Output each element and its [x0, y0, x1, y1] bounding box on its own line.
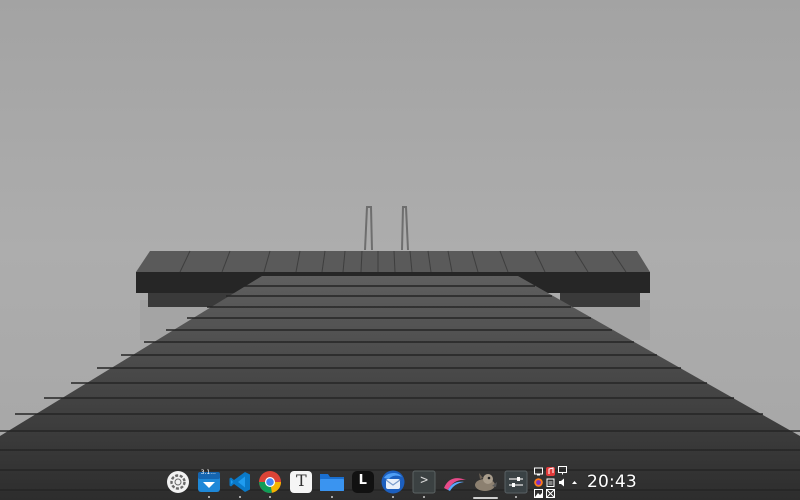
music-icon[interactable]	[546, 467, 556, 476]
gear-icon	[167, 471, 190, 493]
running-indicator	[392, 496, 395, 498]
volume-icon[interactable]	[558, 478, 567, 487]
updater-badge: 3.1...	[200, 469, 216, 476]
image-icon[interactable]	[534, 489, 544, 498]
updater-button[interactable]: 3.1...	[194, 464, 225, 500]
vscode-button[interactable]	[224, 464, 255, 500]
running-indicator	[330, 496, 333, 498]
folder-icon	[319, 474, 344, 491]
app-l-glyph: L	[358, 473, 367, 488]
files-button[interactable]	[317, 464, 348, 500]
taskbar: 3.1... T L > 20:43	[163, 464, 637, 500]
typora-glyph: T	[295, 471, 307, 490]
paint-app-button[interactable]	[439, 464, 470, 500]
paint-brush-icon	[443, 478, 466, 491]
terminal-button[interactable]: >	[409, 464, 440, 500]
firefox-icon[interactable]	[534, 478, 544, 487]
vscode-icon	[229, 472, 250, 492]
active-window-indicator	[473, 497, 498, 499]
chrome-icon	[259, 471, 282, 493]
terminal-glyph: >	[420, 473, 429, 488]
running-indicator	[515, 496, 518, 498]
system-tray	[531, 464, 583, 500]
thunderbird-icon	[381, 470, 405, 494]
running-indicator	[269, 496, 272, 498]
chevron-up-icon[interactable]	[570, 478, 579, 487]
thunderbird-button[interactable]	[378, 464, 409, 500]
screen-icon[interactable]	[534, 467, 544, 476]
launcher-app-button[interactable]: L	[347, 464, 378, 500]
clipboard-icon[interactable]	[546, 478, 555, 487]
chrome-button[interactable]	[255, 464, 286, 500]
monitor-icon[interactable]	[558, 466, 568, 475]
sliders-icon	[504, 470, 528, 494]
gimp-icon	[475, 473, 498, 491]
clock[interactable]: 20:43	[587, 464, 637, 500]
system-menu-button[interactable]	[163, 464, 194, 500]
desktop-wallpaper	[0, 0, 800, 500]
running-indicator	[208, 496, 211, 498]
typora-button[interactable]: T	[286, 464, 317, 500]
gimp-button[interactable]	[470, 464, 501, 500]
settings-button[interactable]	[501, 464, 532, 500]
running-indicator	[238, 496, 241, 498]
scanner-icon[interactable]	[546, 489, 556, 498]
running-indicator	[422, 496, 425, 498]
